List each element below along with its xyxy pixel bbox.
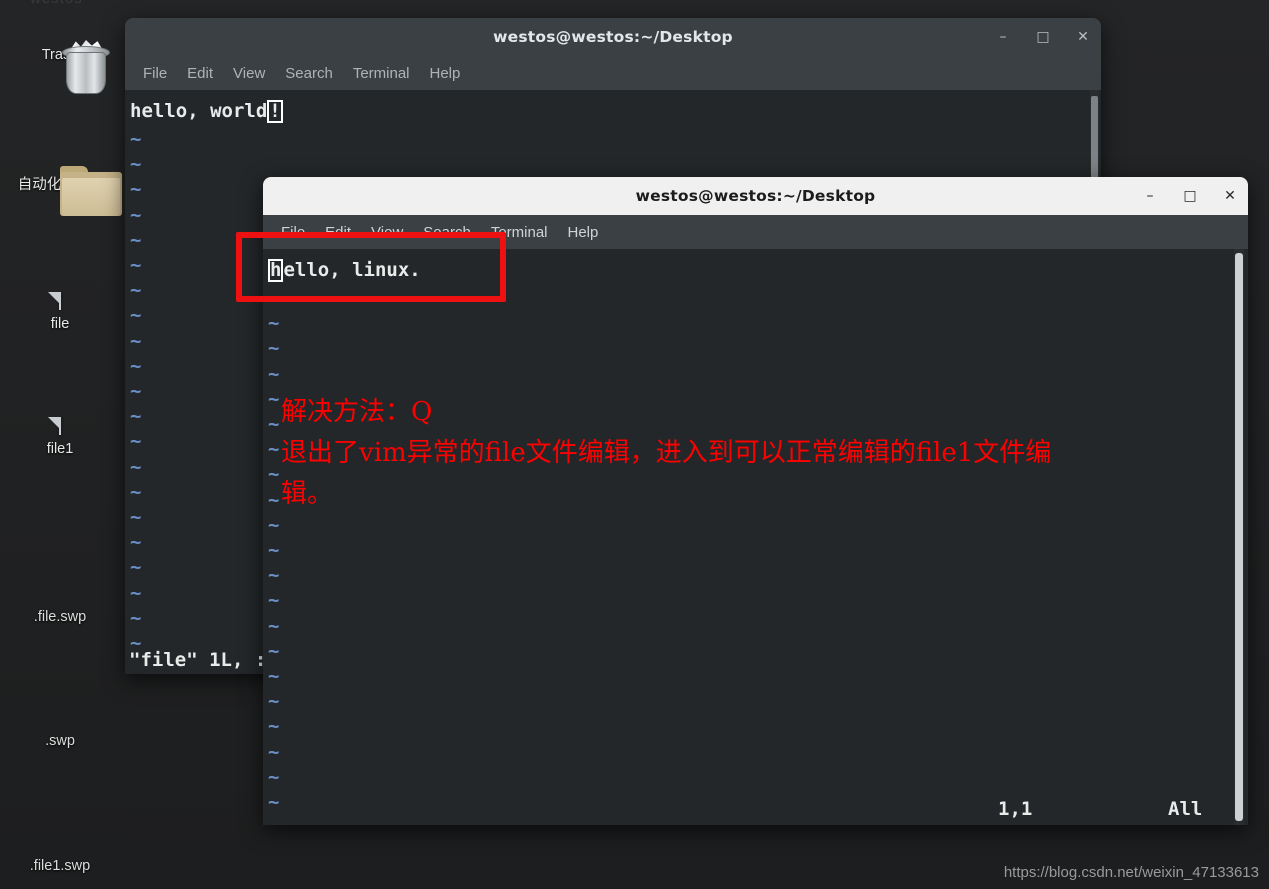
screen: westos Trash 自动化运维... xyxy=(0,0,1269,889)
desktop-icon-folder[interactable]: 自动化运维... xyxy=(1,166,122,216)
window1-menubar[interactable]: File Edit View Search Terminal Help xyxy=(125,56,1101,90)
tilde-marker: ~ xyxy=(130,455,142,478)
desktop-icon-label: file xyxy=(50,316,70,332)
tilde-marker: ~ xyxy=(130,178,142,201)
annotation-line-3: 辑。 xyxy=(281,479,334,509)
tilde-marker: ~ xyxy=(268,690,280,713)
tilde-marker: ~ xyxy=(268,740,280,763)
minimize-button[interactable]: – xyxy=(993,27,1013,47)
tilde-marker: ~ xyxy=(130,228,142,251)
tilde-marker: ~ xyxy=(268,488,280,511)
menu-view[interactable]: View xyxy=(363,222,411,243)
window2-title: westos@westos:~/Desktop xyxy=(635,187,876,205)
window2-scrollbar[interactable] xyxy=(1234,249,1244,825)
tilde-marker: ~ xyxy=(268,287,280,309)
window2-line-1-text: ello, linux. xyxy=(283,259,421,281)
window2-vim-buffer[interactable]: hello, linux. ~~~~~~~~~~~~~~~~~~~~~~ 解决方… xyxy=(263,249,1248,825)
tilde-marker: ~ xyxy=(130,354,142,377)
menu-edit[interactable]: Edit xyxy=(317,222,359,243)
tilde-marker: ~ xyxy=(268,665,280,687)
watermark: https://blog.csdn.net/weixin_47133613 xyxy=(1003,864,1259,881)
tilde-marker: ~ xyxy=(268,387,280,410)
desktop-label-file-swp[interactable]: .file.swp xyxy=(0,609,125,625)
window1-scrollbar-thumb[interactable] xyxy=(1091,96,1098,178)
tilde-marker: ~ xyxy=(130,430,142,453)
maximize-button[interactable]: □ xyxy=(1180,186,1200,206)
menu-view[interactable]: View xyxy=(225,63,273,84)
tilde-marker: ~ xyxy=(268,765,280,788)
close-button[interactable]: ✕ xyxy=(1220,186,1240,206)
tilde-marker: ~ xyxy=(268,438,280,461)
menu-help[interactable]: Help xyxy=(422,63,469,84)
annotation-line-1: 解决方法：Q xyxy=(281,397,433,427)
tilde-marker: ~ xyxy=(130,128,142,150)
window2-titlebar[interactable]: westos@westos:~/Desktop – □ ✕ xyxy=(263,177,1248,215)
tilde-marker: ~ xyxy=(130,531,142,554)
tilde-marker: ~ xyxy=(130,153,142,176)
tilde-marker: ~ xyxy=(130,556,142,579)
desktop-icon-file[interactable]: file xyxy=(1,292,119,332)
tilde-marker: ~ xyxy=(268,614,280,637)
window2-controls[interactable]: – □ ✕ xyxy=(1140,177,1240,215)
desktop-icon-trash[interactable]: Trash xyxy=(1,40,119,94)
window1-line-1-text: hello, world xyxy=(130,100,268,122)
terminal-window-2[interactable]: westos@westos:~/Desktop – □ ✕ File Edit … xyxy=(263,177,1248,825)
tilde-marker: ~ xyxy=(268,463,280,486)
window1-title: westos@westos:~/Desktop xyxy=(493,28,733,46)
window2-line-1: h ello, linux. xyxy=(268,259,421,282)
desktop-icon-label: file1 xyxy=(46,441,74,457)
menu-help[interactable]: Help xyxy=(560,222,607,243)
tilde-marker: ~ xyxy=(268,816,279,825)
window2-menubar[interactable]: File Edit View Search Terminal Help xyxy=(263,215,1248,249)
annotation-line-2: 退出了vim异常的file文件编辑，进入到可以正常编辑的file1文件编 xyxy=(281,438,1052,468)
tilde-marker: ~ xyxy=(130,581,142,604)
tilde-marker: ~ xyxy=(130,254,142,276)
tilde-marker: ~ xyxy=(268,639,280,662)
tilde-marker: ~ xyxy=(268,513,280,536)
menu-search[interactable]: Search xyxy=(415,222,479,243)
minimize-button[interactable]: – xyxy=(1140,186,1160,206)
desktop-icon-file1[interactable]: file1 xyxy=(1,417,119,457)
window1-controls[interactable]: – □ ✕ xyxy=(993,18,1093,56)
menu-terminal[interactable]: Terminal xyxy=(345,63,418,84)
window1-line-1: hello, world! xyxy=(130,100,283,123)
window2-scrollbar-thumb[interactable] xyxy=(1235,253,1243,821)
tilde-marker: ~ xyxy=(268,589,280,612)
tilde-marker: ~ xyxy=(268,312,280,335)
close-button[interactable]: ✕ xyxy=(1073,27,1093,47)
tilde-marker: ~ xyxy=(268,362,280,385)
menu-edit[interactable]: Edit xyxy=(179,63,221,84)
window2-cursor: h xyxy=(268,259,284,282)
window2-status-position: 1,1 xyxy=(998,798,1033,820)
desktop-label-swp[interactable]: .swp xyxy=(0,733,125,749)
tilde-marker: ~ xyxy=(268,564,280,587)
document-icon xyxy=(1,417,119,435)
tilde-marker: ~ xyxy=(268,539,280,561)
menu-file[interactable]: File xyxy=(135,63,175,84)
menu-terminal[interactable]: Terminal xyxy=(483,222,556,243)
tilde-marker: ~ xyxy=(130,203,142,226)
window2-status-scroll: All xyxy=(1168,798,1203,820)
window1-titlebar[interactable]: westos@westos:~/Desktop – □ ✕ xyxy=(125,18,1101,56)
tilde-marker: ~ xyxy=(130,279,142,302)
desktop-cut-text: westos xyxy=(30,0,83,7)
tilde-marker: ~ xyxy=(130,480,142,503)
tilde-marker: ~ xyxy=(130,506,142,528)
tilde-marker: ~ xyxy=(130,380,142,402)
tilde-marker: ~ xyxy=(130,304,142,327)
desktop-label-file1-swp[interactable]: .file1.swp xyxy=(0,858,125,874)
menu-file[interactable]: File xyxy=(273,222,313,243)
tilde-marker: ~ xyxy=(130,606,142,629)
document-icon xyxy=(1,292,119,310)
menu-search[interactable]: Search xyxy=(277,63,341,84)
window1-statusline: "file" 1L, : xyxy=(129,649,269,671)
tilde-marker: ~ xyxy=(268,413,280,435)
tilde-marker: ~ xyxy=(268,715,280,738)
tilde-marker: ~ xyxy=(268,791,280,813)
tilde-marker: ~ xyxy=(268,337,280,360)
window1-cursor: ! xyxy=(267,100,283,123)
tilde-marker: ~ xyxy=(130,405,142,428)
maximize-button[interactable]: □ xyxy=(1033,27,1053,47)
tilde-marker: ~ xyxy=(130,329,142,352)
